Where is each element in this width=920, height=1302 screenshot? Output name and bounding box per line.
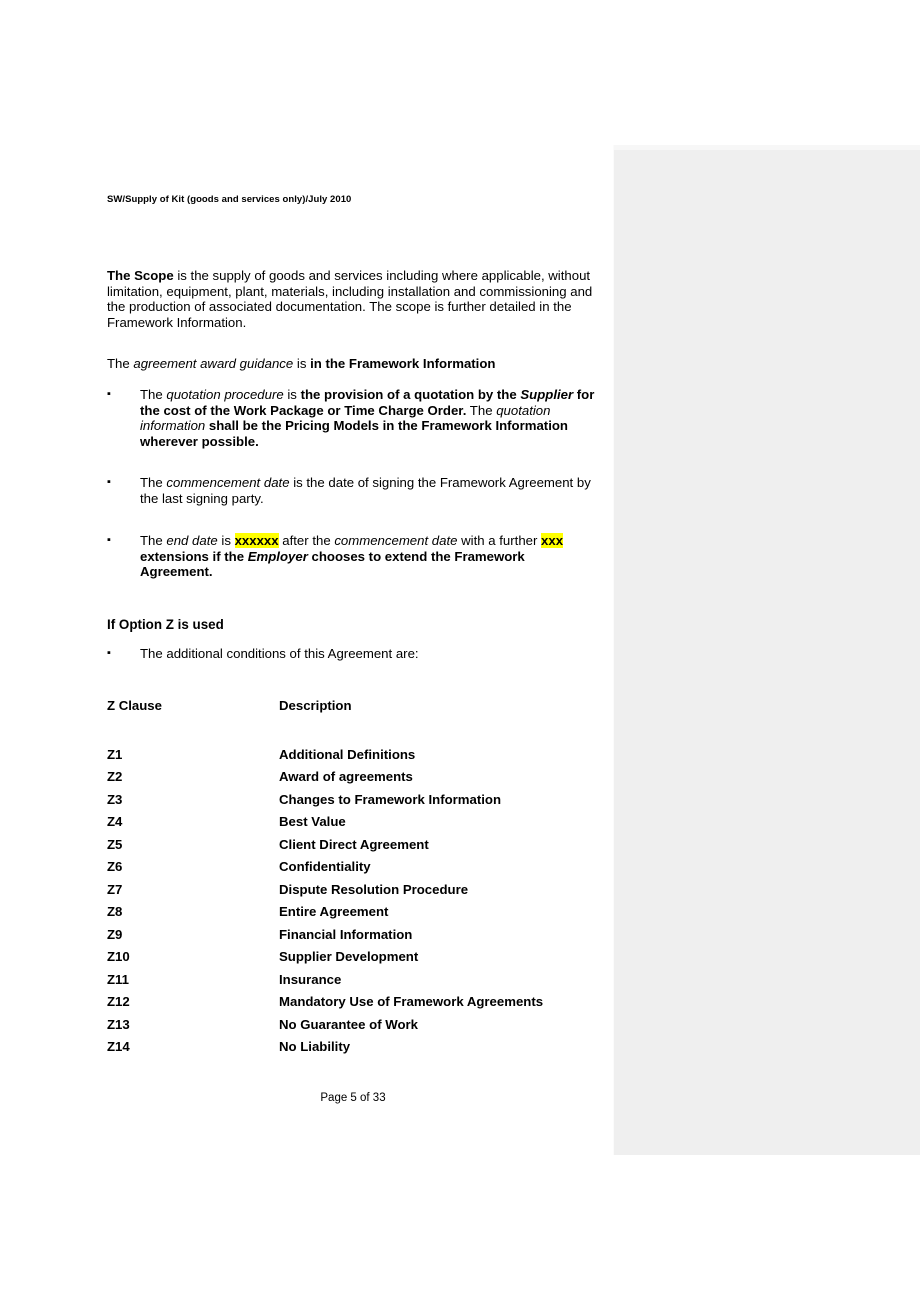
- enddate-b1: extensions if the: [140, 548, 248, 564]
- quotation-b1: the provision of a quotation by the: [300, 387, 521, 402]
- square-bullet-icon: ▪: [107, 388, 111, 400]
- z-clause-cell: Z6: [107, 859, 123, 874]
- z-clause-description-cell: Award of agreements: [279, 769, 413, 784]
- z-clause-description-cell: No Guarantee of Work: [279, 1016, 418, 1032]
- z-clause-description-cell: No Liability: [279, 1039, 351, 1054]
- z-clause-cell: Z3: [107, 791, 123, 807]
- square-bullet-icon: ▪: [107, 647, 111, 659]
- guidance-middle: is: [293, 356, 311, 372]
- spacer-cell: [107, 718, 279, 744]
- z-clause-table-head: Z Clause Description: [107, 695, 557, 744]
- quotation-p1: The: [140, 387, 167, 402]
- page-content-area: SW/Supply of Kit (goods and services onl…: [107, 0, 599, 1302]
- bullet-quotation-procedure: ▪ The quotation procedure is the provisi…: [107, 387, 599, 449]
- commencement-date-term: commencement date: [166, 475, 290, 490]
- z-clause-description-cell: Supplier Development: [279, 949, 419, 964]
- column-header-z-clause: Z Clause: [107, 698, 162, 713]
- bullet-commencement-text: The commencement date is the date of sig…: [140, 475, 599, 506]
- adjacent-page-top-edge: [614, 145, 920, 150]
- guidance-italic-term: agreement award guidance: [133, 356, 294, 372]
- z-clause-description-cell: Changes to Framework Information: [279, 791, 502, 807]
- table-row: Z9 Financial Information: [107, 924, 557, 947]
- z-clause-description-cell: Confidentiality: [279, 859, 371, 874]
- z-clause-description-cell: Insurance: [279, 971, 342, 987]
- square-bullet-icon: ▪: [107, 534, 111, 546]
- bullet-additional-conditions: ▪ The additional conditions of this Agre…: [107, 646, 599, 662]
- table-row: Z12 Mandatory Use of Framework Agreements: [107, 991, 557, 1014]
- quotation-p3: The: [466, 402, 497, 418]
- column-header-description: Description: [279, 698, 352, 713]
- table-header-spacer-row: [107, 718, 557, 744]
- enddate-p2: is: [217, 533, 235, 548]
- z-clause-cell: Z11: [107, 971, 129, 987]
- table-row: Z3 Changes to Framework Information: [107, 789, 557, 812]
- quotation-term-italic: quotation procedure: [166, 387, 284, 402]
- table-row: Z11 Insurance: [107, 969, 557, 992]
- table-row: Z1 Additional Definitions: [107, 744, 557, 767]
- z-clause-cell: Z14: [107, 1039, 130, 1054]
- running-header: SW/Supply of Kit (goods and services onl…: [107, 194, 352, 205]
- enddate-commencement-term: commencement date: [334, 533, 458, 548]
- bullet-end-date-text: The end date is xxxxxx after the commenc…: [140, 533, 599, 580]
- page-footer: Page 5 of 33: [320, 1092, 386, 1104]
- table-row: Z10 Supplier Development: [107, 946, 557, 969]
- commencement-p1: The: [140, 475, 167, 490]
- quotation-p2: is: [283, 387, 301, 402]
- bullet-commencement-date: ▪ The commencement date is the date of s…: [107, 475, 599, 506]
- document-page-sheet: SW/Supply of Kit (goods and services onl…: [0, 0, 613, 1302]
- z-clause-description-cell: Financial Information: [279, 926, 413, 942]
- z-clause-description-cell: Client Direct Agreement: [279, 836, 429, 852]
- table-row: Z14 No Liability: [107, 1036, 557, 1059]
- z-clause-table-body: Z1 Additional Definitions Z2 Award of agree…: [107, 744, 557, 1059]
- z-clause-cell: Z5: [107, 836, 123, 852]
- z-clause-cell: Z8: [107, 904, 123, 919]
- z-clause-cell: Z2: [107, 769, 123, 784]
- spacer-cell: [279, 718, 557, 744]
- bullet-end-date: ▪ The end date is xxxxxx after the comme…: [107, 533, 599, 580]
- z-clause-cell: Z1: [107, 746, 123, 762]
- end-date-term: end date: [166, 533, 218, 548]
- square-bullet-icon: ▪: [107, 476, 111, 488]
- table-row: Z6 Confidentiality: [107, 856, 557, 879]
- quotation-supplier-term: Supplier: [520, 387, 574, 402]
- table-row: Z8 Entire Agreement: [107, 901, 557, 924]
- scope-paragraph: The Scope is the supply of goods and ser…: [107, 268, 596, 330]
- adjacent-page-panel: [613, 145, 920, 1155]
- bullet-quotation-text: The quotation procedure is the provision…: [140, 387, 599, 449]
- table-row: Z4 Best Value: [107, 811, 557, 834]
- z-clause-description-cell: Dispute Resolution Procedure: [279, 881, 469, 897]
- option-z-heading: If Option Z is used: [107, 617, 224, 633]
- table-row: Z13 No Guarantee of Work: [107, 1014, 557, 1037]
- z-clause-cell: Z4: [107, 814, 123, 829]
- z-clause-description-cell: Additional Definitions: [279, 746, 416, 762]
- bullet-additional-conditions-text: The additional conditions of this Agreem…: [140, 646, 419, 661]
- z-clause-table: Z Clause Description Z1 Additional Defini…: [107, 695, 557, 1059]
- table-row: Z7 Dispute Resolution Procedure: [107, 879, 557, 902]
- z-clause-cell: Z12: [107, 994, 130, 1009]
- enddate-p1: The: [140, 533, 167, 548]
- enddate-p3: after the: [278, 533, 335, 548]
- highlighted-placeholder-duration: xxxxxx: [234, 533, 279, 548]
- quotation-b3: shall be the Pricing Models in the Frame…: [140, 418, 568, 449]
- z-clause-description-cell: Best Value: [279, 814, 346, 829]
- z-clause-cell: Z7: [107, 881, 123, 897]
- table-row: Z2 Award of agreements: [107, 766, 557, 789]
- enddate-employer-term: Employer: [247, 548, 308, 564]
- z-clause-cell: Z10: [107, 949, 130, 964]
- z-clause-description-cell: Entire Agreement: [279, 904, 389, 919]
- z-clause-description-cell: Mandatory Use of Framework Agreements: [279, 994, 544, 1009]
- z-clause-cell: Z9: [107, 926, 123, 942]
- highlighted-placeholder-extensions: xxx: [541, 533, 564, 548]
- guidance-line: The agreement award guidance is in the F…: [107, 356, 596, 372]
- scope-lead-bold: The Scope: [107, 268, 174, 284]
- table-header-row: Z Clause Description: [107, 695, 557, 718]
- scope-paragraph-rest: is the supply of goods and services incl…: [107, 268, 593, 330]
- guidance-prefix: The: [107, 356, 134, 372]
- z-clause-cell: Z13: [107, 1016, 130, 1032]
- table-row: Z5 Client Direct Agreement: [107, 834, 557, 857]
- enddate-p4: with a further: [457, 533, 542, 548]
- guidance-bold-term: in the Framework Information: [310, 356, 496, 372]
